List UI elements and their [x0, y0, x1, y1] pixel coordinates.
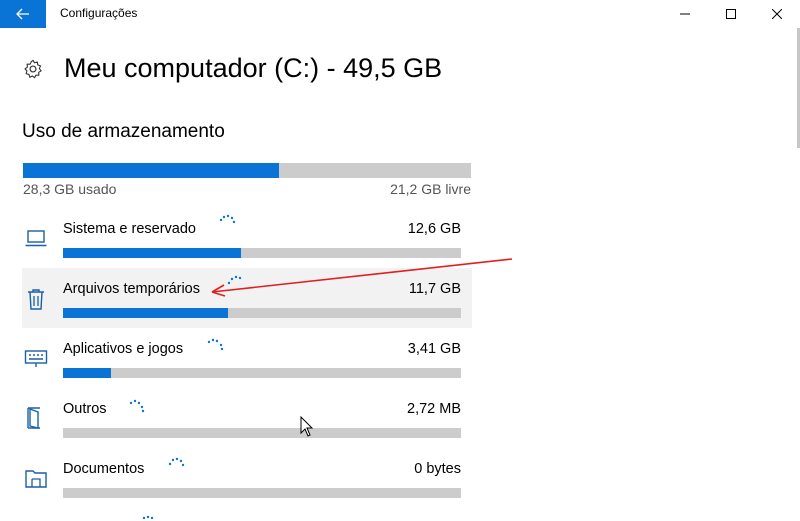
category-usage-bar [63, 368, 461, 378]
category-name: Arquivos temporários [63, 281, 200, 297]
category-apps-games[interactable]: Aplicativos e jogos 3,41 GB [22, 328, 472, 388]
total-usage-fill [23, 163, 280, 178]
category-documents[interactable]: Documentos 0 bytes [22, 448, 472, 508]
app-title: Configurações [60, 6, 138, 20]
loading-spinner-icon [142, 515, 154, 520]
minimize-icon [680, 13, 690, 15]
keyboard-icon [24, 350, 48, 367]
category-name: Outros [63, 401, 107, 417]
category-size: 12,6 GB [407, 221, 461, 237]
category-size: 0 bytes [414, 461, 461, 477]
title-bar: Configurações [0, 0, 800, 28]
category-other[interactable]: Outros 2,72 MB [22, 388, 472, 448]
category-name: Sistema e reservado [63, 221, 196, 237]
minimize-button[interactable] [662, 0, 708, 28]
category-name: Documentos [63, 461, 145, 477]
page-title: Meu computador (C:) - 49,5 GB [64, 53, 443, 83]
door-icon [27, 407, 40, 429]
loading-spinner-icon [207, 338, 224, 351]
loading-spinner-icon [168, 457, 185, 467]
section-title: Uso de armazenamento [22, 121, 225, 142]
arrow-left-icon [16, 8, 29, 20]
total-usage-bar [23, 163, 471, 178]
category-size: 2,72 MB [407, 401, 461, 417]
category-size: 3,41 GB [407, 341, 461, 357]
close-icon [772, 9, 782, 19]
gear-icon [24, 59, 42, 79]
category-usage-bar [63, 488, 461, 498]
loading-spinner-icon [219, 214, 236, 224]
trash-icon [28, 289, 44, 310]
category-usage-fill [63, 308, 229, 318]
folder-icon [25, 470, 47, 488]
close-button[interactable] [754, 0, 800, 28]
laptop-icon [25, 230, 47, 247]
mouse-cursor-icon [300, 416, 314, 437]
maximize-icon [726, 9, 736, 19]
free-label: 21,2 GB livre [390, 181, 471, 197]
loading-spinner-icon [129, 399, 145, 413]
category-usage-bar [63, 308, 461, 318]
category-usage-bar [63, 428, 461, 438]
category-name: Aplicativos e jogos [63, 341, 184, 357]
category-usage-fill [63, 368, 111, 378]
used-label: 28,3 GB usado [23, 181, 117, 197]
maximize-button[interactable] [708, 0, 754, 28]
back-button[interactable] [0, 0, 46, 28]
red-arrow-annotation [211, 258, 513, 297]
